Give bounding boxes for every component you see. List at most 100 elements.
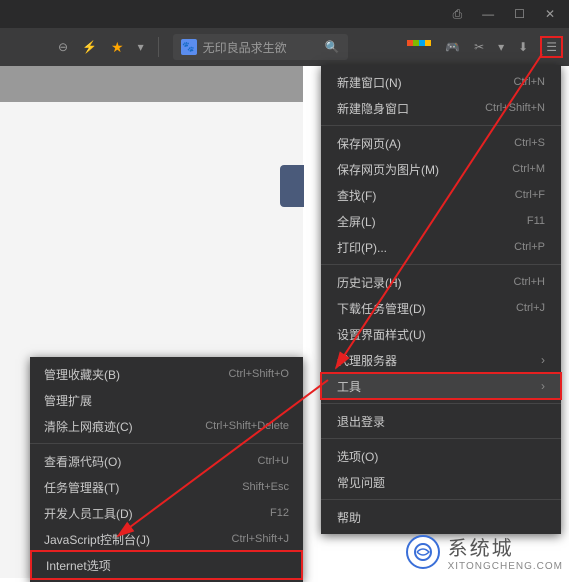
menu-item[interactable]: 设置界面样式(U) <box>321 321 561 347</box>
menu-item-shortcut: Ctrl+F <box>515 189 545 201</box>
menu-item-label: 选项(O) <box>337 448 378 465</box>
minimize-button[interactable]: — <box>482 7 494 21</box>
download-icon[interactable]: ⬇ <box>518 40 528 54</box>
menu-item-shortcut: Ctrl+Shift+N <box>485 102 545 114</box>
search-icon[interactable]: 🔍 <box>325 40 340 54</box>
submenu-item[interactable]: 开发人员工具(D) F12 <box>30 500 303 526</box>
menu-item[interactable]: 常见问题 <box>321 469 561 495</box>
menu-item-shortcut: Ctrl+S <box>514 137 545 149</box>
watermark: 系统城 XITONGCHENG.COM <box>406 532 563 572</box>
menu-item-label: 全屏(L) <box>337 213 376 230</box>
submenu-item-label: 查看源代码(O) <box>44 453 121 470</box>
menu-item-shortcut: Ctrl+N <box>514 76 545 88</box>
menu-separator <box>321 438 561 439</box>
menu-item[interactable]: 保存网页为图片(M) Ctrl+M <box>321 156 561 182</box>
menu-item-label: 常见问题 <box>337 474 385 491</box>
menu-item-label: 打印(P)... <box>337 239 387 256</box>
watermark-url: XITONGCHENG.COM <box>448 561 563 572</box>
submenu-arrow-icon: › <box>541 353 545 367</box>
menu-separator <box>321 125 561 126</box>
divider <box>158 37 159 57</box>
menu-separator <box>321 403 561 404</box>
menu-separator <box>321 264 561 265</box>
menu-item-label: 新建隐身窗口 <box>337 100 409 117</box>
menu-item-label: 查找(F) <box>337 187 376 204</box>
star-icon[interactable]: ★ <box>111 39 124 56</box>
menu-item[interactable]: 退出登录 <box>321 408 561 434</box>
lightning-icon[interactable]: ⚡ <box>82 40 97 54</box>
tools-submenu: 管理收藏夹(B) Ctrl+Shift+O 管理扩展清除上网痕迹(C) Ctrl+Sh… <box>30 357 303 582</box>
submenu-item-shortcut: F12 <box>270 507 289 519</box>
search-box[interactable]: 🐾 无印良品求生欲 🔍 <box>173 34 348 60</box>
menu-item[interactable]: 新建窗口(N) Ctrl+N <box>321 69 561 95</box>
menu-item-label: 退出登录 <box>337 413 385 430</box>
submenu-item-label: 任务管理器(T) <box>44 479 119 496</box>
submenu-item-shortcut: Ctrl+Shift+Delete <box>205 420 289 432</box>
menu-item[interactable]: 下载任务管理(D) Ctrl+J <box>321 295 561 321</box>
menu-item[interactable]: 新建隐身窗口 Ctrl+Shift+N <box>321 95 561 121</box>
submenu-item[interactable]: 任务管理器(T) Shift+Esc <box>30 474 303 500</box>
menu-item[interactable]: 查找(F) Ctrl+F <box>321 182 561 208</box>
watermark-logo-icon <box>406 535 440 569</box>
submenu-item[interactable]: Internet选项 <box>32 552 301 578</box>
menu-item-label: 下载任务管理(D) <box>337 300 426 317</box>
menu-item-label: 保存网页为图片(M) <box>337 161 439 178</box>
scissors-icon[interactable]: ✂ <box>474 40 484 54</box>
menu-item[interactable]: 选项(O) <box>321 443 561 469</box>
search-engine-icon: 🐾 <box>181 39 197 55</box>
microsoft-icon[interactable] <box>407 40 431 54</box>
submenu-item-label: 清除上网痕迹(C) <box>44 418 133 435</box>
menu-item-label: 工具 <box>337 378 361 395</box>
menu-item[interactable]: 保存网页(A) Ctrl+S <box>321 130 561 156</box>
submenu-item-shortcut: Shift+Esc <box>242 481 289 493</box>
menu-item[interactable]: 代理服务器 › <box>321 347 561 373</box>
maximize-button[interactable]: ☐ <box>514 7 525 21</box>
dropdown-icon[interactable]: ▾ <box>138 40 144 54</box>
menu-item-shortcut: Ctrl+J <box>516 302 545 314</box>
dropdown-icon[interactable]: ▾ <box>498 40 504 54</box>
submenu-item-label: JavaScript控制台(J) <box>44 531 150 548</box>
menu-item[interactable]: 帮助 <box>321 504 561 530</box>
submenu-arrow-icon: › <box>541 379 545 393</box>
gamepad-icon[interactable]: 🎮 <box>445 40 460 54</box>
menu-item-shortcut: Ctrl+H <box>514 276 545 288</box>
page-element <box>280 165 304 207</box>
menu-item[interactable]: 历史记录(H) Ctrl+H <box>321 269 561 295</box>
zoom-out-icon[interactable]: ⊖ <box>58 40 68 54</box>
menu-separator <box>321 499 561 500</box>
menu-separator <box>30 443 303 444</box>
pin-icon[interactable]: ⎙ <box>453 7 463 22</box>
submenu-item-shortcut: Ctrl+Shift+J <box>232 533 289 545</box>
menu-item-label: 帮助 <box>337 509 361 526</box>
search-text: 无印良品求生欲 <box>203 39 287 56</box>
menu-item[interactable]: 工具 › <box>321 373 561 399</box>
hamburger-menu-button[interactable]: ☰ <box>542 38 561 56</box>
menu-item-label: 新建窗口(N) <box>337 74 402 91</box>
submenu-item-label: 管理收藏夹(B) <box>44 366 120 383</box>
menu-item[interactable]: 全屏(L) F11 <box>321 208 561 234</box>
menu-item-shortcut: F11 <box>527 215 545 227</box>
window-titlebar: ⎙ — ☐ ✕ <box>0 0 569 28</box>
main-menu: 新建窗口(N) Ctrl+N 新建隐身窗口 Ctrl+Shift+N 保存网页(A) Ct… <box>321 65 561 534</box>
submenu-item[interactable]: 清除上网痕迹(C) Ctrl+Shift+Delete <box>30 413 303 439</box>
submenu-item-label: Internet选项 <box>46 557 111 574</box>
submenu-item-shortcut: Ctrl+Shift+O <box>228 368 289 380</box>
menu-item-shortcut: Ctrl+M <box>512 163 545 175</box>
page-header-area <box>0 66 303 102</box>
menu-item[interactable]: 打印(P)... Ctrl+P <box>321 234 561 260</box>
menu-item-shortcut: Ctrl+P <box>514 241 545 253</box>
menu-item-label: 代理服务器 <box>337 352 397 369</box>
submenu-item-label: 开发人员工具(D) <box>44 505 133 522</box>
close-button[interactable]: ✕ <box>545 7 555 21</box>
watermark-title: 系统城 <box>448 532 563 561</box>
submenu-item-label: 管理扩展 <box>44 392 92 409</box>
menu-item-label: 保存网页(A) <box>337 135 401 152</box>
submenu-item[interactable]: 查看源代码(O) Ctrl+U <box>30 448 303 474</box>
submenu-item[interactable]: 管理扩展 <box>30 387 303 413</box>
menu-item-label: 历史记录(H) <box>337 274 402 291</box>
submenu-item-shortcut: Ctrl+U <box>258 455 289 467</box>
submenu-item[interactable]: JavaScript控制台(J) Ctrl+Shift+J <box>30 526 303 552</box>
browser-toolbar: ⊖ ⚡ ★ ▾ 🐾 无印良品求生欲 🔍 🎮 ✂ ▾ ⬇ ☰ <box>0 28 569 66</box>
submenu-item[interactable]: 管理收藏夹(B) Ctrl+Shift+O <box>30 361 303 387</box>
menu-item-label: 设置界面样式(U) <box>337 326 426 343</box>
